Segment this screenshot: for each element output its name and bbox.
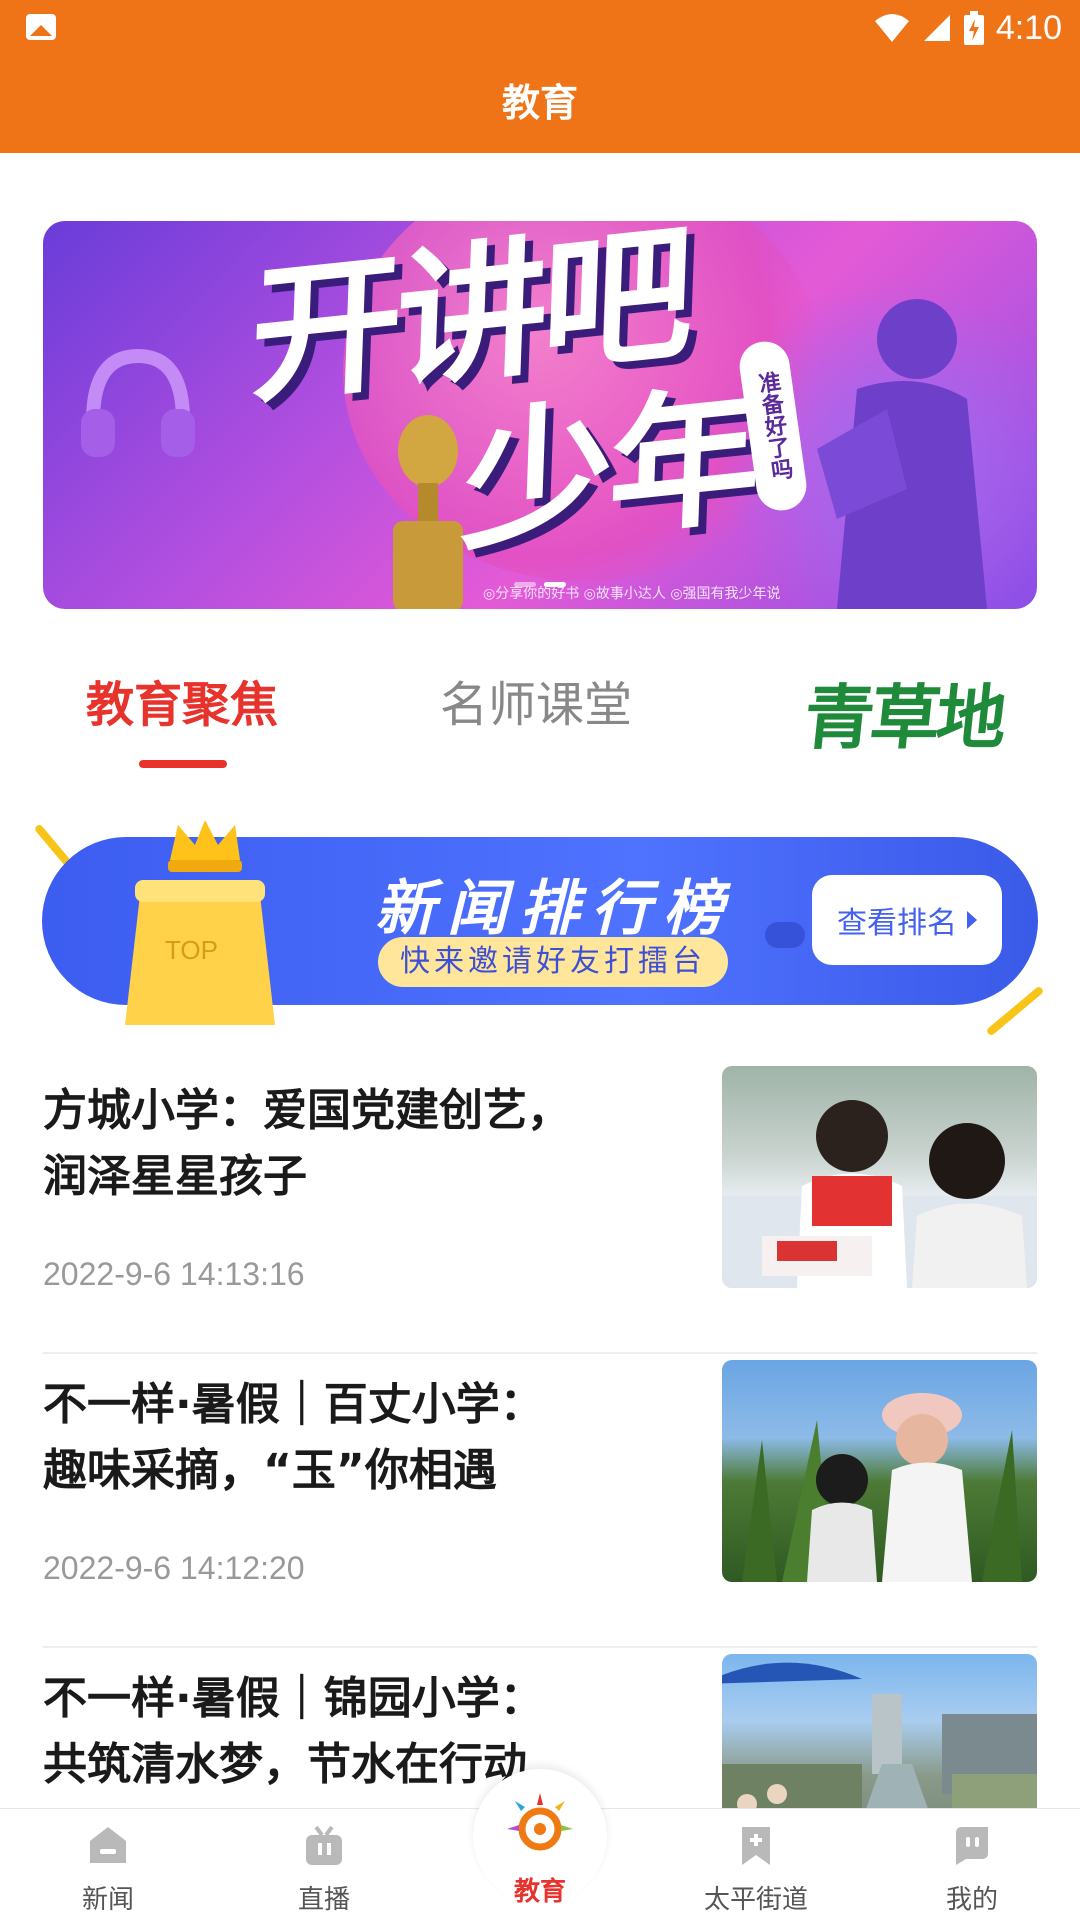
nav-item-mine[interactable]: 我的	[864, 1809, 1080, 1920]
status-time: 4:10	[995, 8, 1062, 47]
carousel-indicator	[43, 582, 1037, 587]
user-chat-icon	[956, 1827, 988, 1865]
news-time: 2022-9-6 14:12:20	[43, 1550, 305, 1586]
banner-carousel[interactable]: 开讲吧 少年 准备好了吗 ◎分享你的好书 ◎故事小达人 ◎强国有我少年说	[43, 221, 1037, 609]
nav-label: 教育	[513, 1877, 566, 1907]
trophy-label: TOP	[165, 935, 218, 965]
signal-icon	[923, 15, 950, 41]
news-ranking-banner[interactable]: TOP 新闻排行榜 快来邀请好友打擂台 查看排名	[20, 815, 1060, 1037]
ranking-subtitle: 快来邀请好友打擂台	[378, 937, 728, 987]
status-bar: 4:10	[0, 0, 1080, 56]
nav-label: 新闻	[81, 1885, 134, 1915]
nav-label: 我的	[945, 1885, 998, 1915]
news-icon	[90, 1827, 126, 1863]
headphones-icon	[81, 348, 195, 457]
list-item[interactable]: 不一样·暑假｜百丈小学： 趣味采摘，“玉”你相遇 2022-9-6 14:12:…	[43, 1354, 1037, 1648]
reader-silhouette-icon	[817, 299, 987, 609]
nav-label: 太平街道	[703, 1885, 808, 1915]
page-title: 教育	[501, 81, 578, 125]
news-time: 2022-9-6 14:13:16	[43, 1256, 305, 1292]
carousel-dot-active	[544, 582, 566, 587]
children-crafting-photo	[722, 1100, 1037, 1288]
ranking-title: 新闻排行榜	[375, 874, 735, 944]
nav-item-live[interactable]: 直播	[216, 1809, 432, 1920]
corn-picking-photo	[742, 1393, 1022, 1582]
app-header: 4:10 教育	[0, 0, 1080, 153]
nav-item-news[interactable]: 新闻	[0, 1809, 216, 1920]
status-right: 4:10	[874, 6, 1062, 50]
news-thumbnail	[722, 1066, 1037, 1288]
tab-active-indicator	[139, 760, 227, 768]
bottom-navigation: 新闻 直播 教育 太平街道 我的	[0, 1769, 1080, 1920]
list-item[interactable]: 方城小学：爱国党建创艺， 润泽星星孩子 2022-9-6 14:13:16	[43, 1060, 1037, 1354]
tab-green-grass[interactable]: 青草地	[800, 662, 1009, 763]
arrow-right-icon	[967, 911, 977, 929]
bookmark-plus-icon	[742, 1827, 770, 1865]
battery-charging-icon	[963, 11, 984, 45]
category-tabs: 教育聚焦 名师课堂 青草地	[0, 650, 1080, 780]
view-ranking-label: 查看排名	[837, 906, 957, 941]
carousel-dot	[514, 582, 536, 587]
news-title: 不一样·暑假｜百丈小学： 趣味采摘，“玉”你相遇	[43, 1379, 544, 1496]
trophy-crown-icon	[125, 820, 275, 1025]
wifi-icon	[874, 14, 909, 42]
tab-teacher-classroom[interactable]: 名师课堂	[440, 665, 632, 735]
view-ranking-button[interactable]: 查看排名	[812, 875, 1002, 965]
tv-icon	[306, 1825, 342, 1865]
nav-item-taiping[interactable]: 太平街道	[648, 1809, 864, 1920]
image-notification-icon	[26, 14, 56, 40]
nav-label: 直播	[297, 1885, 350, 1915]
news-thumbnail	[722, 1360, 1037, 1582]
banner-tag-text: 准备好了吗	[753, 369, 794, 483]
decoration-pill	[765, 922, 805, 948]
nav-item-education[interactable]: 教育	[432, 1809, 648, 1920]
banner-title-line2: 少年	[458, 369, 760, 573]
tab-education-focus[interactable]: 教育聚焦	[86, 665, 278, 735]
news-title: 方城小学：爱国党建创艺， 润泽星星孩子	[43, 1085, 571, 1202]
